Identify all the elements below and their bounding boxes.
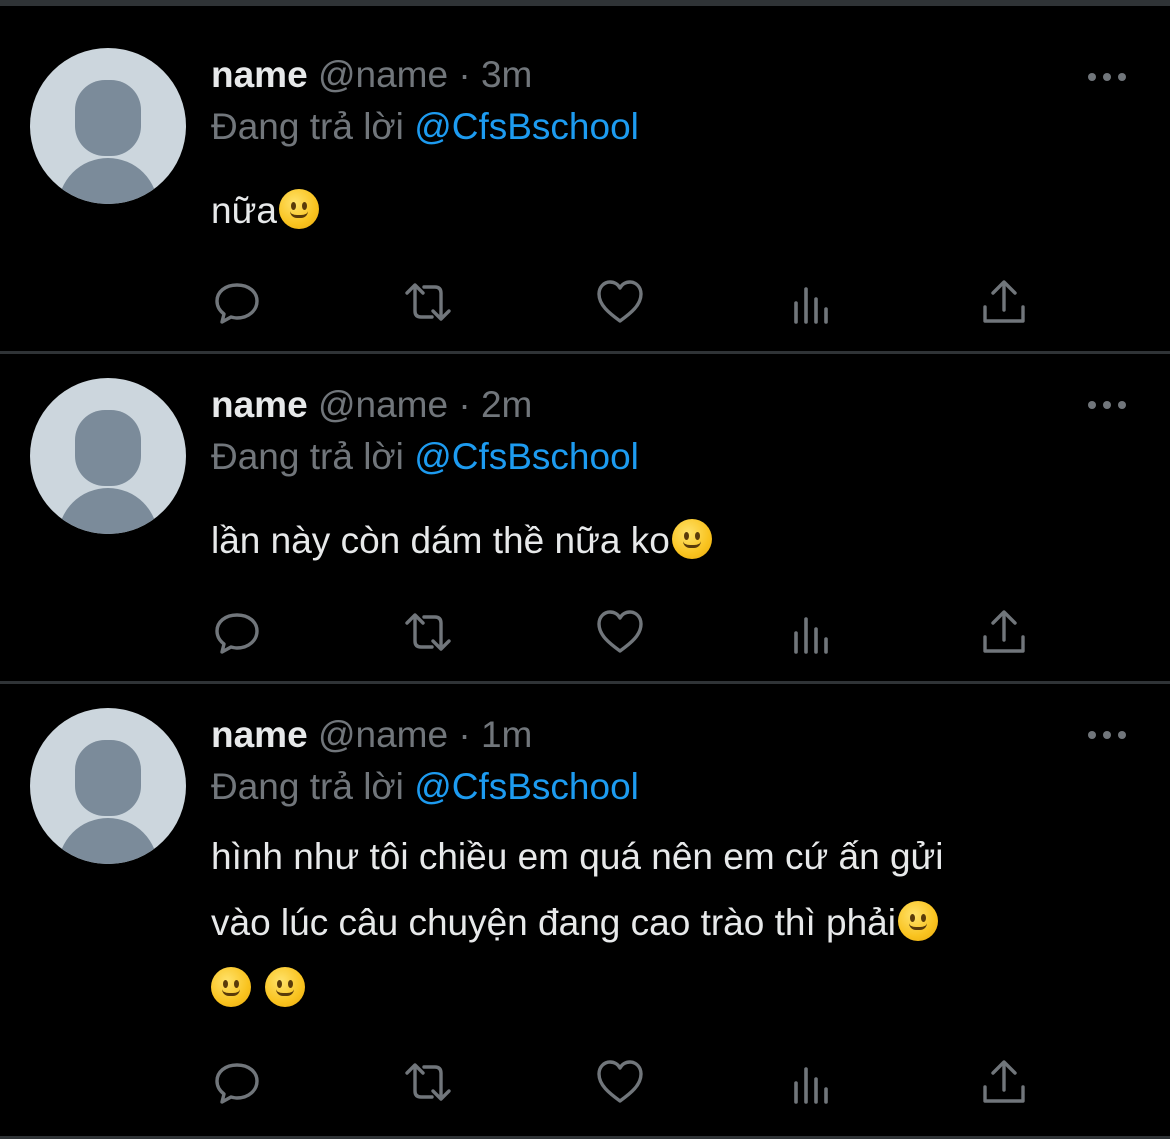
retweet-icon[interactable] xyxy=(403,277,453,327)
handle[interactable]: @name xyxy=(318,714,448,755)
avatar-body-shape xyxy=(58,158,158,204)
share-icon[interactable] xyxy=(979,607,1029,657)
reply-mention-link[interactable]: @CfsBschool xyxy=(414,106,639,147)
avatar-head-shape xyxy=(75,740,141,816)
reply-icon[interactable] xyxy=(212,1057,262,1107)
retweet-icon[interactable] xyxy=(403,607,453,657)
analytics-icon[interactable] xyxy=(788,607,838,657)
tweet-text: lần này còn dám thề nữa ko xyxy=(211,508,1111,574)
separator: · xyxy=(458,54,471,95)
avatar[interactable] xyxy=(30,378,186,534)
share-icon[interactable] xyxy=(979,277,1029,327)
reply-icon[interactable] xyxy=(212,607,262,657)
more-options-icon[interactable] xyxy=(1088,730,1126,740)
reply-context: Đang trả lời @CfsBschool xyxy=(211,105,639,149)
retweet-icon[interactable] xyxy=(403,1057,453,1107)
avatar[interactable] xyxy=(30,48,186,204)
display-name[interactable]: name xyxy=(211,384,308,425)
share-icon[interactable] xyxy=(979,1057,1029,1107)
tweet[interactable]: name @name · 3m Đang trả lời @CfsBschool… xyxy=(0,6,1170,354)
analytics-icon[interactable] xyxy=(788,277,838,327)
avatar[interactable] xyxy=(30,708,186,864)
reply-mention-link[interactable]: @CfsBschool xyxy=(414,766,639,807)
reply-context: Đang trả lời @CfsBschool xyxy=(211,765,639,809)
avatar-head-shape xyxy=(75,410,141,486)
timestamp[interactable]: 1m xyxy=(481,714,532,755)
tweet-text-line: hình như tôi chiều em quá nên em cứ ấn g… xyxy=(211,836,944,877)
tweet-actions xyxy=(0,1057,1170,1107)
smiling-face-emoji-icon xyxy=(211,967,251,1007)
reply-prefix: Đang trả lời xyxy=(211,766,404,807)
tweet-header: name @name · 2m xyxy=(211,383,532,427)
timestamp[interactable]: 2m xyxy=(481,384,532,425)
display-name[interactable]: name xyxy=(211,54,308,95)
reply-prefix: Đang trả lời xyxy=(211,106,404,147)
more-options-icon[interactable] xyxy=(1088,72,1126,82)
handle[interactable]: @name xyxy=(318,384,448,425)
handle[interactable]: @name xyxy=(318,54,448,95)
tweet-text-line: vào lúc câu chuyện đang cao trào thì phả… xyxy=(211,902,896,943)
analytics-icon[interactable] xyxy=(788,1057,838,1107)
tweet-text: hình như tôi chiều em quá nên em cứ ấn g… xyxy=(211,824,1111,1022)
reply-prefix: Đang trả lời xyxy=(211,436,404,477)
like-icon[interactable] xyxy=(595,277,645,327)
like-icon[interactable] xyxy=(595,1057,645,1107)
reply-icon[interactable] xyxy=(212,277,262,327)
tweet-header: name @name · 1m xyxy=(211,713,532,757)
reply-context: Đang trả lời @CfsBschool xyxy=(211,435,639,479)
display-name[interactable]: name xyxy=(211,714,308,755)
tweet-actions xyxy=(0,277,1170,327)
like-icon[interactable] xyxy=(595,607,645,657)
tweet-header: name @name · 3m xyxy=(211,53,532,97)
tweet[interactable]: name @name · 2m Đang trả lời @CfsBschool… xyxy=(0,354,1170,684)
more-options-icon[interactable] xyxy=(1088,400,1126,410)
smiling-face-emoji-icon xyxy=(265,967,305,1007)
separator: · xyxy=(458,384,471,425)
avatar-body-shape xyxy=(58,488,158,534)
tweet-text-line: nữa xyxy=(211,190,277,231)
timestamp[interactable]: 3m xyxy=(481,54,532,95)
smiling-face-emoji-icon xyxy=(897,901,938,941)
smiling-face-emoji-icon xyxy=(278,189,319,229)
tweet-text: nữa xyxy=(211,178,1111,244)
tweet-text-line: lần này còn dám thề nữa ko xyxy=(211,520,670,561)
reply-mention-link[interactable]: @CfsBschool xyxy=(414,436,639,477)
separator: · xyxy=(458,714,471,755)
tweet[interactable]: name @name · 1m Đang trả lời @CfsBschool… xyxy=(0,684,1170,1139)
tweet-actions xyxy=(0,607,1170,657)
avatar-head-shape xyxy=(75,80,141,156)
avatar-body-shape xyxy=(58,818,158,864)
smiling-face-emoji-icon xyxy=(671,519,712,559)
